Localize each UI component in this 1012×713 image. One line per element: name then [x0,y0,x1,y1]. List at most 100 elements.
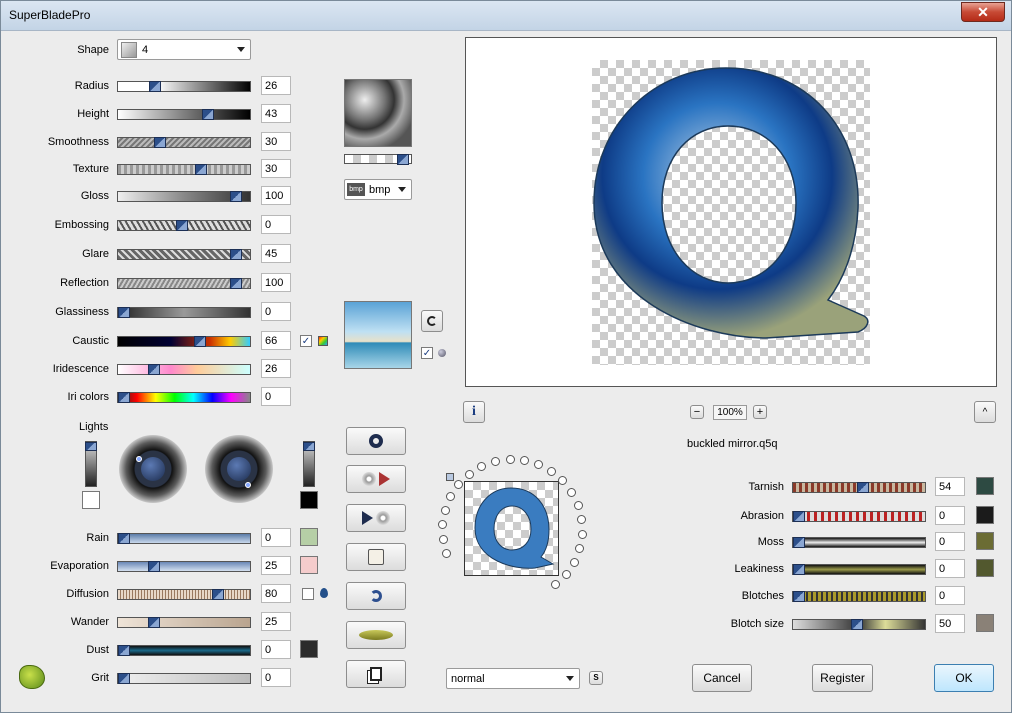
variation-dot[interactable] [575,544,584,553]
texture-scale-slider[interactable] [344,154,412,165]
iridescence-slider[interactable] [117,364,251,375]
slider-thumb[interactable] [148,561,160,572]
slider-thumb[interactable] [793,537,805,548]
ring-shape-button[interactable] [346,427,406,455]
diffusion-value-input[interactable]: 80 [261,584,291,603]
caustic-value-input[interactable]: 66 [261,331,291,350]
dust-slider[interactable] [117,645,251,656]
variation-dot[interactable] [441,506,450,515]
dust-color-swatch[interactable] [300,640,318,658]
iridescence-value-input[interactable]: 26 [261,359,291,378]
light-2-direction-knob[interactable] [205,435,273,503]
reflection-slider[interactable] [117,278,251,289]
leakiness-value-input[interactable]: 0 [935,559,965,578]
variation-dot[interactable] [446,492,455,501]
caustic-checkbox[interactable]: ✓ [300,335,312,347]
abrasion-slider[interactable] [792,511,926,522]
light-2-color-swatch[interactable] [300,491,318,509]
variation-dot[interactable] [574,501,583,510]
reflection-value-input[interactable]: 100 [261,273,291,292]
wave-effect-button[interactable] [346,621,406,649]
light-1-intensity-slider[interactable] [85,441,97,487]
grit-value-input[interactable]: 0 [261,668,291,687]
tarnish-value-input[interactable]: 54 [935,477,965,496]
gloss-value-input[interactable]: 100 [261,186,291,205]
variation-dot[interactable] [465,470,474,479]
slider-thumb[interactable] [303,442,315,451]
slider-thumb[interactable] [793,591,805,602]
moss-slider[interactable] [792,537,926,548]
texture-slider[interactable] [117,164,251,175]
light-1-direction-knob[interactable] [119,435,187,503]
variation-dot[interactable] [438,520,447,529]
variation-dot[interactable] [570,558,579,567]
embossing-slider[interactable] [117,220,251,231]
variation-dot[interactable] [520,456,529,465]
tarnish-slider[interactable] [792,482,926,493]
slider-thumb[interactable] [793,511,805,522]
caustic-slider[interactable] [117,336,251,347]
abrasion-value-input[interactable]: 0 [935,506,965,525]
variation-dot[interactable] [578,530,587,539]
slider-thumb[interactable] [176,220,188,231]
slider-thumb[interactable] [118,673,130,684]
texture-format-select[interactable]: bmp bmp [344,179,412,200]
shape-select[interactable]: 4 [117,39,251,60]
diffusion-checkbox[interactable] [302,588,314,600]
slider-thumb[interactable] [857,482,869,493]
evaporation-slider[interactable] [117,561,251,572]
slider-thumb[interactable] [195,164,207,175]
register-button[interactable]: Register [812,664,873,692]
slider-thumb[interactable] [230,278,242,289]
variation-dot[interactable] [477,462,486,471]
variation-dot[interactable] [442,549,451,558]
rain-value-input[interactable]: 0 [261,528,291,547]
evaporation-value-input[interactable]: 25 [261,556,291,575]
light-2-handle[interactable] [245,482,251,488]
light-1-handle[interactable] [136,456,142,462]
diffusion-slider[interactable] [117,589,251,600]
grit-slider[interactable] [117,673,251,684]
variation-dot[interactable] [567,488,576,497]
moss-value-input[interactable]: 0 [935,532,965,551]
embossing-value-input[interactable]: 0 [261,215,291,234]
close-button[interactable]: ✕ [961,2,1005,22]
wander-slider[interactable] [117,617,251,628]
glare-value-input[interactable]: 45 [261,244,291,263]
smoothness-slider[interactable] [117,137,251,148]
main-preview[interactable] [465,37,997,387]
tarnish-color-swatch[interactable] [976,477,994,495]
height-slider[interactable] [117,109,251,120]
slider-thumb[interactable] [202,109,214,120]
slider-thumb[interactable] [148,617,160,628]
undo-button[interactable] [346,582,406,610]
slider-thumb[interactable] [397,154,409,165]
slider-thumb[interactable] [149,81,161,92]
variation-dot[interactable] [577,515,586,524]
moss-color-swatch[interactable] [976,532,994,550]
leakiness-color-swatch[interactable] [976,559,994,577]
gloss-slider[interactable] [117,191,251,202]
slider-thumb[interactable] [851,619,863,630]
leakiness-slider[interactable] [792,564,926,575]
smoothness-value-input[interactable]: 30 [261,132,291,151]
light-1-color-swatch[interactable] [82,491,100,509]
environment-map-preview[interactable] [344,301,412,369]
rain-slider[interactable] [117,533,251,544]
variation-dot[interactable] [534,460,543,469]
blend-mode-select[interactable]: normal [446,668,580,689]
texture-preview[interactable] [344,79,412,147]
light-2-intensity-slider[interactable] [303,441,315,487]
texture-value-input[interactable]: 30 [261,159,291,178]
slider-thumb[interactable] [230,249,242,260]
rotate-environment-button[interactable] [421,310,443,332]
rain-color-swatch[interactable] [300,528,318,546]
load-preset-button[interactable] [346,465,406,493]
mini-preview[interactable] [464,481,559,576]
slider-thumb[interactable] [154,137,166,148]
wander-value-input[interactable]: 25 [261,612,291,631]
radius-value-input[interactable]: 26 [261,76,291,95]
cancel-button[interactable]: Cancel [692,664,752,692]
variation-dot[interactable] [551,580,560,589]
zoom-out-button[interactable]: − [690,405,704,419]
